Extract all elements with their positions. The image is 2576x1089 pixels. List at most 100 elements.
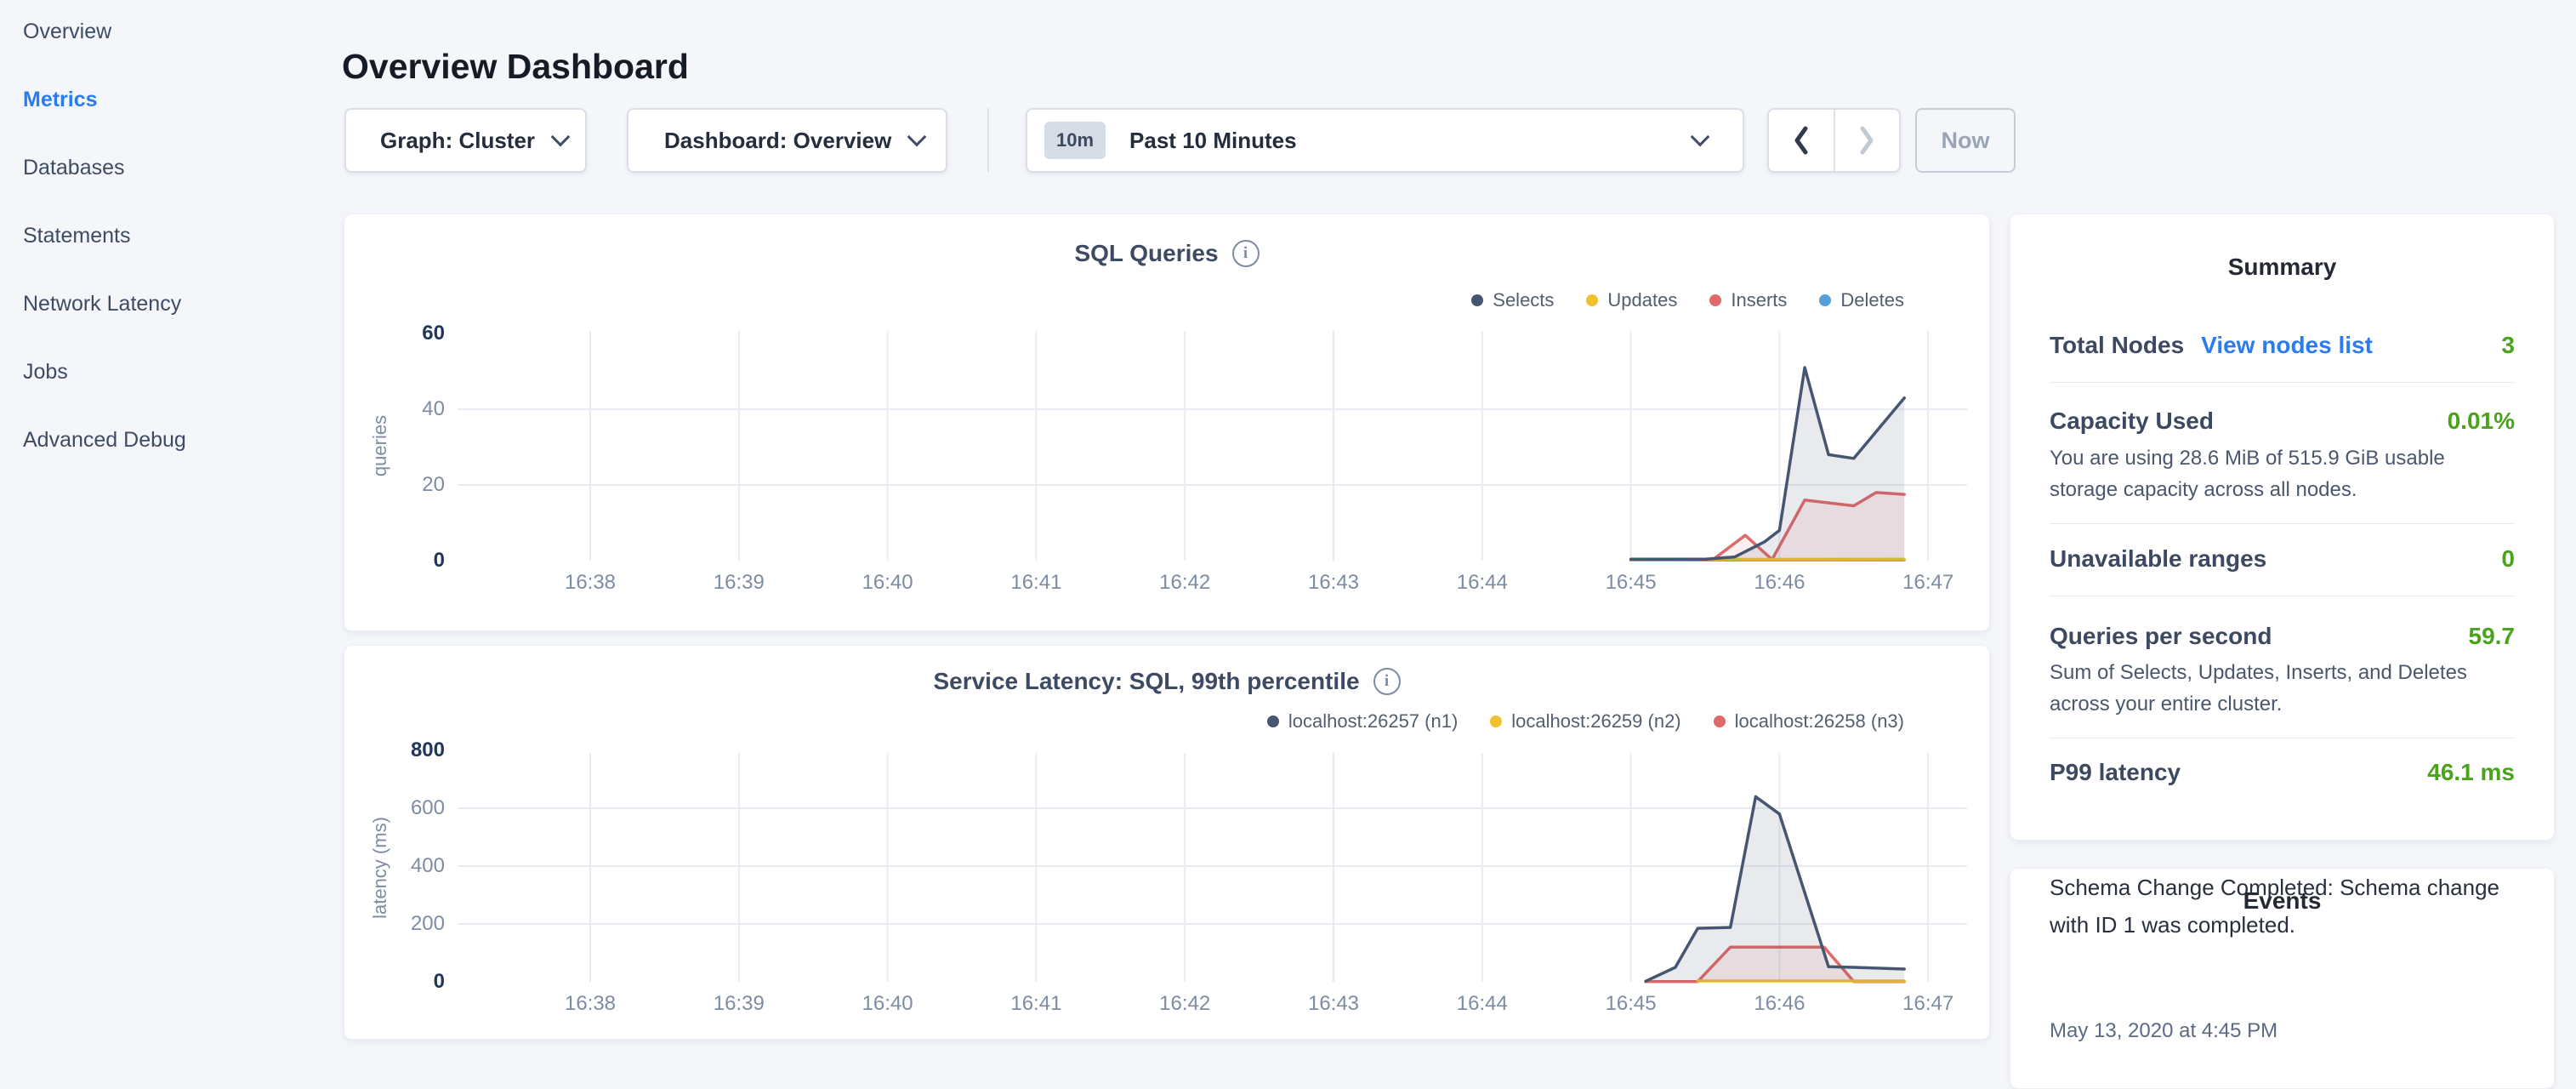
total-nodes-text: Total Nodes: [2050, 332, 2184, 358]
x-axis-tick-label: 16:39: [680, 992, 799, 1016]
y-axis-tick-label: 400: [350, 852, 445, 880]
legend-label: Inserts: [1731, 289, 1787, 311]
x-axis-tick-label: 16:47: [1868, 992, 1987, 1016]
prev-time-button[interactable]: [1769, 110, 1834, 171]
x-axis-tick-label: 16:43: [1274, 992, 1393, 1016]
service-latency-chart-card: Service Latency: SQL, 99th percentile i …: [344, 645, 1990, 1040]
service-latency-plot: 020040060080016:3816:3916:4016:4116:4216…: [452, 746, 1982, 1027]
x-axis-tick-label: 16:44: [1423, 571, 1542, 595]
now-button[interactable]: Now: [1915, 108, 2016, 173]
y-axis-tick-label: 600: [350, 795, 445, 822]
legend-item: localhost:26258 (n3): [1714, 710, 1904, 733]
sidebar: Overview Metrics Databases Statements Networ…: [0, 0, 323, 1052]
divider: [2050, 382, 2515, 383]
x-axis-tick-label: 16:40: [828, 992, 947, 1016]
toolbar-divider: [987, 108, 989, 173]
dashboard-dropdown[interactable]: Dashboard: Overview: [627, 108, 947, 173]
legend-dot-icon: [1709, 294, 1721, 306]
info-icon[interactable]: i: [1232, 240, 1260, 267]
page-title: Overview Dashboard: [342, 47, 689, 87]
chevron-right-icon: [1857, 124, 1877, 157]
event-timestamp: May 13, 2020 at 4:45 PM: [2050, 1019, 2277, 1043]
legend-dot-icon: [1267, 716, 1279, 727]
x-axis-tick-label: 16:38: [531, 571, 650, 595]
sidebar-item-statements[interactable]: Statements: [23, 219, 130, 253]
legend-item: Updates: [1586, 289, 1677, 311]
legend-item: localhost:26259 (n2): [1490, 710, 1680, 733]
y-axis-tick-label: 40: [350, 396, 445, 423]
legend-label: localhost:26259 (n2): [1511, 710, 1680, 733]
y-axis-tick-label: 0: [350, 547, 445, 574]
y-axis-unit-label: latency (ms): [369, 817, 391, 919]
legend-label: Deletes: [1840, 289, 1904, 311]
view-nodes-list-link[interactable]: View nodes list: [2201, 332, 2373, 358]
x-axis-tick-label: 16:38: [531, 992, 650, 1016]
sidebar-item-network-latency[interactable]: Network Latency: [23, 287, 181, 321]
y-axis-tick-label: 60: [350, 320, 445, 347]
chart-canvas: [452, 746, 1982, 1010]
event-text: Schema Change Completed: Schema change w…: [2050, 869, 2505, 944]
sidebar-item-overview[interactable]: Overview: [23, 14, 111, 48]
chart-title: SQL Queries: [1074, 240, 1218, 267]
x-axis-tick-label: 16:46: [1720, 992, 1839, 1016]
legend-item: Deletes: [1819, 289, 1904, 311]
capacity-used-label: Capacity Used: [2050, 408, 2214, 435]
legend-item: Selects: [1471, 289, 1554, 311]
x-axis-tick-label: 16:42: [1125, 992, 1244, 1016]
graph-dropdown-label: Graph: Cluster: [380, 128, 535, 154]
sidebar-item-metrics[interactable]: Metrics: [23, 83, 98, 117]
y-axis-tick-label: 800: [350, 737, 445, 764]
sql-queries-plot: 020406016:3816:3916:4016:4116:4216:4316:…: [452, 322, 1982, 603]
y-axis-tick-label: 0: [350, 968, 445, 995]
x-axis-tick-label: 16:47: [1868, 571, 1987, 595]
x-axis-tick-label: 16:41: [976, 571, 1095, 595]
legend-label: Updates: [1607, 289, 1677, 311]
chart-canvas: [458, 753, 1967, 982]
divider: [2050, 523, 2515, 524]
dashboard-dropdown-label: Dashboard: Overview: [664, 128, 891, 154]
y-axis-unit-label: queries: [369, 415, 391, 476]
info-icon[interactable]: i: [1373, 668, 1401, 695]
sidebar-item-databases[interactable]: Databases: [23, 151, 125, 185]
p99-latency-label: P99 latency: [2050, 759, 2181, 786]
capacity-used-description: You are using 28.6 MiB of 515.9 GiB usab…: [2050, 442, 2513, 505]
capacity-used-value: 0.01%: [2448, 408, 2515, 435]
legend-label: localhost:26258 (n3): [1735, 710, 1904, 733]
time-range-badge: 10m: [1044, 122, 1106, 159]
x-axis-tick-label: 16:45: [1572, 571, 1691, 595]
graph-dropdown[interactable]: Graph: Cluster: [344, 108, 587, 173]
chart-title: Service Latency: SQL, 99th percentile: [933, 668, 1359, 695]
queries-per-second-value: 59.7: [2469, 623, 2516, 650]
chevron-down-icon: [907, 128, 927, 147]
x-axis-tick-label: 16:39: [680, 571, 799, 595]
chevron-left-icon: [1791, 124, 1811, 157]
x-axis-tick-label: 16:45: [1572, 992, 1691, 1016]
chart-canvas: [458, 331, 1967, 561]
time-pager: [1767, 108, 1901, 173]
total-nodes-value: 3: [2501, 332, 2515, 359]
sidebar-item-jobs[interactable]: Jobs: [23, 355, 68, 389]
total-nodes-label: Total Nodes View nodes list: [2050, 332, 2373, 359]
y-axis-tick-label: 20: [350, 471, 445, 499]
events-panel: Events Schema Change Completed: Schema c…: [2010, 868, 2555, 1089]
legend-item: localhost:26257 (n1): [1267, 710, 1458, 733]
legend-dot-icon: [1490, 716, 1502, 727]
legend-dot-icon: [1714, 716, 1726, 727]
next-time-button[interactable]: [1834, 110, 1900, 171]
time-range-selector[interactable]: 10m Past 10 Minutes: [1026, 108, 1744, 173]
queries-per-second-label: Queries per second: [2050, 623, 2272, 650]
unavailable-ranges-label: Unavailable ranges: [2050, 545, 2266, 573]
time-range-label: Past 10 Minutes: [1129, 128, 1297, 154]
legend-label: Selects: [1493, 289, 1554, 311]
x-axis-tick-label: 16:40: [828, 571, 947, 595]
sidebar-item-advanced-debug[interactable]: Advanced Debug: [23, 423, 186, 457]
legend-dot-icon: [1586, 294, 1598, 306]
queries-per-second-description: Sum of Selects, Updates, Inserts, and De…: [2050, 657, 2513, 720]
chevron-down-icon: [551, 128, 571, 147]
y-axis-tick-label: 200: [350, 910, 445, 938]
p99-latency-value: 46.1 ms: [2427, 759, 2515, 786]
summary-title: Summary: [2010, 254, 2554, 281]
legend-item: Inserts: [1709, 289, 1787, 311]
legend-dot-icon: [1819, 294, 1831, 306]
legend-dot-icon: [1471, 294, 1483, 306]
